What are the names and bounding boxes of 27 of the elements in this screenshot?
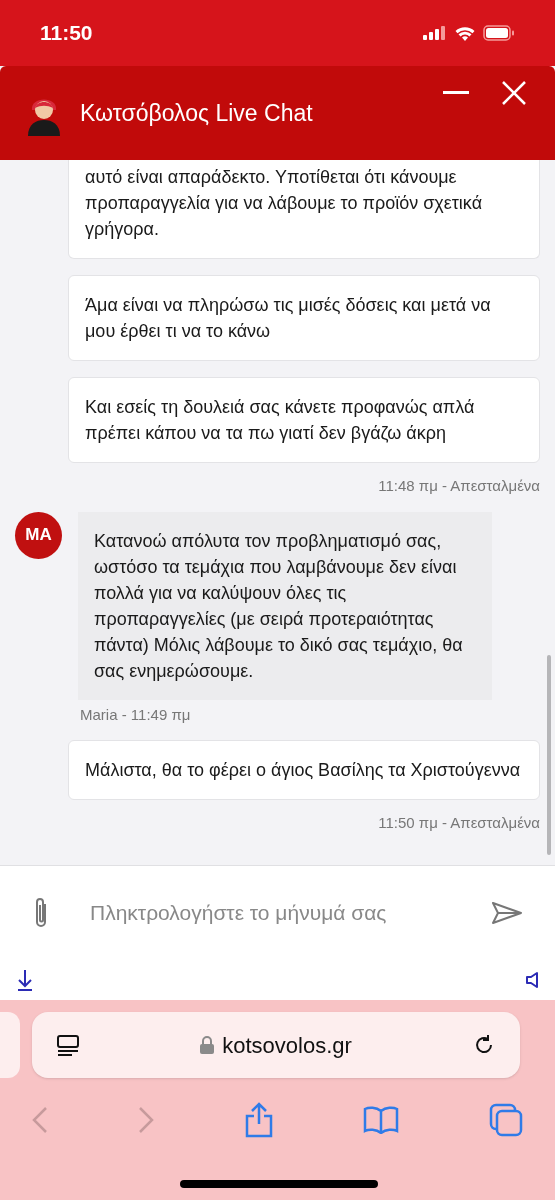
- message-meta: Maria - 11:49 πμ: [80, 704, 192, 725]
- signal-icon: [423, 26, 447, 40]
- reader-icon: [56, 1034, 80, 1056]
- share-icon[interactable]: [243, 1102, 274, 1138]
- agent-avatar: MA: [15, 511, 62, 559]
- message-bubble: Κατανοώ απόλυτα τον προβληματισμό σας, ωστόσο τα τεμάχια που λαμβάνουμε δεν είναι πολλά για να καλύψουν όλες τις προπαραγγελίες (με σειρά προτεραιότητας πάντα) Μόλις λάβουμε το δικό σας τεμάχιο, θα σας ενημερώσουμε.: [78, 511, 492, 700]
- message-meta: 11:50 πμ - Απεσταλμένα: [378, 813, 540, 833]
- close-icon: [501, 80, 527, 106]
- message-bubble: αυτό είναι απαράδεκτο. Υποτίθεται ότι κάνουμε προπαραγγελία για να λάβουμε το προϊόν σχετικά γρήγορα.: [68, 160, 540, 259]
- status-time: 11:50: [40, 20, 93, 47]
- message-meta: 11:48 πμ - Απεσταλμένα: [378, 476, 540, 496]
- download-icon[interactable]: [16, 967, 34, 992]
- tabs-icon[interactable]: [489, 1103, 523, 1137]
- send-icon[interactable]: [491, 900, 523, 925]
- speaker-icon[interactable]: [525, 970, 539, 989]
- book-icon[interactable]: [363, 1106, 400, 1134]
- address-text: kotsovolos.gr: [222, 1031, 352, 1060]
- address-bar[interactable]: kotsovolos.gr: [32, 1012, 520, 1078]
- battery-icon: [483, 25, 515, 41]
- minimize-icon: [443, 91, 469, 95]
- chat-title: Κωτσόβολος Live Chat: [80, 98, 313, 128]
- wifi-icon: [455, 25, 475, 41]
- message-bubble: Και εσείς τη δουλειά σας κάνετε προφανώς απλά πρέπει κάπου να τα πω γιατί δεν βγάζω άκρη: [68, 377, 540, 463]
- message-input[interactable]: Πληκτρολογήστε το μήνυμά σας: [90, 896, 467, 929]
- lock-icon: [200, 1036, 215, 1054]
- message-bubble: Άμα είναι να πληρώσω τις μισές δόσεις και μετά να μου έρθει τι να το κάνω: [68, 275, 540, 361]
- message-bubble: Μάλιστα, θα το φέρει ο άγιος Βασίλης τα Χριστούγεννα: [68, 740, 540, 800]
